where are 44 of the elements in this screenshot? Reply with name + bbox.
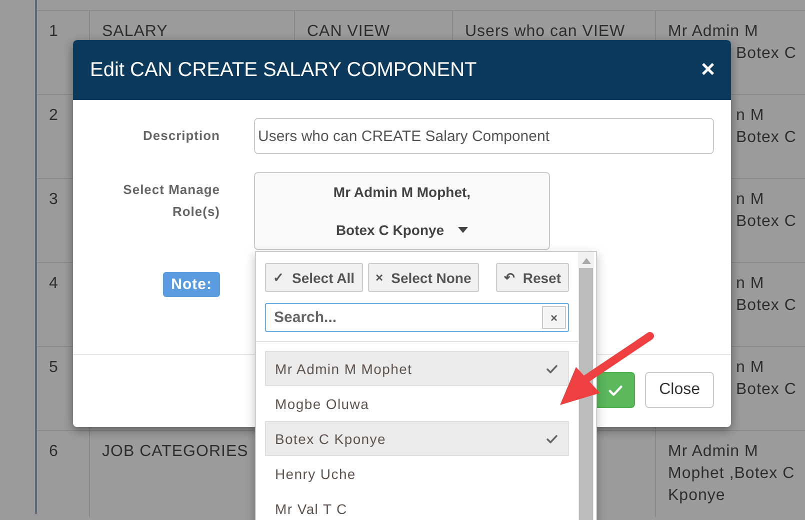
menu-action-button[interactable]: ✓ Select All: [265, 263, 363, 292]
table-cell-text: Users who can VIEW: [465, 22, 626, 42]
clear-button[interactable]: ×: [542, 306, 566, 329]
dialog-title: Edit CAN CREATE SALARY COMPONENT: [90, 58, 477, 82]
scroll-up-icon[interactable]: [582, 258, 590, 264]
search-field[interactable]: Search... ×: [265, 303, 569, 332]
role-select[interactable]: Mr Admin M Mophet, Botex C Kponye: [254, 172, 550, 250]
table-cell-text: Botex C: [736, 296, 796, 316]
table-cell-text: n M: [736, 358, 764, 378]
table-cell-text: Mophet ,Botex C: [668, 464, 795, 484]
option-item[interactable]: Mr Admin M Mophet: [265, 351, 569, 386]
table-cell-text: SALARY: [102, 22, 168, 42]
table-cell-text: Mr Admin M: [668, 442, 758, 462]
table-cell-text: JOB CATEGORIES: [102, 442, 248, 462]
option-item[interactable]: Botex C Kponye: [265, 421, 569, 456]
table-cell-text: n M: [736, 106, 764, 126]
row-number: 5: [49, 358, 58, 378]
table-cell-text: Mr Admin M: [668, 22, 758, 42]
table-cell-text: n M: [736, 190, 764, 210]
check-icon: [608, 382, 623, 398]
scrollbar[interactable]: [578, 252, 594, 520]
check-icon: [546, 432, 558, 444]
table-cell-text: Botex C: [736, 128, 796, 148]
table-cell-text: n M: [736, 274, 764, 294]
description-field[interactable]: Users who can CREATE Salary Component: [254, 118, 714, 154]
menu-action-button[interactable]: × Select None: [368, 263, 480, 292]
close-button[interactable]: Close: [645, 372, 714, 408]
caret-icon: [458, 227, 468, 233]
field-label: Description: [142, 127, 220, 145]
table-cell-text: Botex C: [736, 380, 796, 400]
row-number: 6: [49, 442, 58, 462]
check-icon: [546, 362, 558, 374]
row-number: 4: [49, 274, 58, 294]
table-cell-text: CAN VIEW: [307, 22, 390, 42]
note-badge: Note:: [163, 272, 220, 297]
close-button[interactable]: ×: [700, 56, 715, 84]
row-number: 1: [49, 22, 58, 42]
table-cell-text: Botex C: [736, 212, 796, 232]
row-number: 2: [49, 106, 58, 126]
menu-action-button[interactable]: ↶ Reset: [496, 263, 569, 292]
table-cell-text: Botex C: [736, 44, 796, 64]
table-cell-text: Kponye: [668, 486, 726, 506]
field-label: Select Manage Role(s): [122, 181, 220, 221]
row-number: 3: [49, 190, 58, 210]
